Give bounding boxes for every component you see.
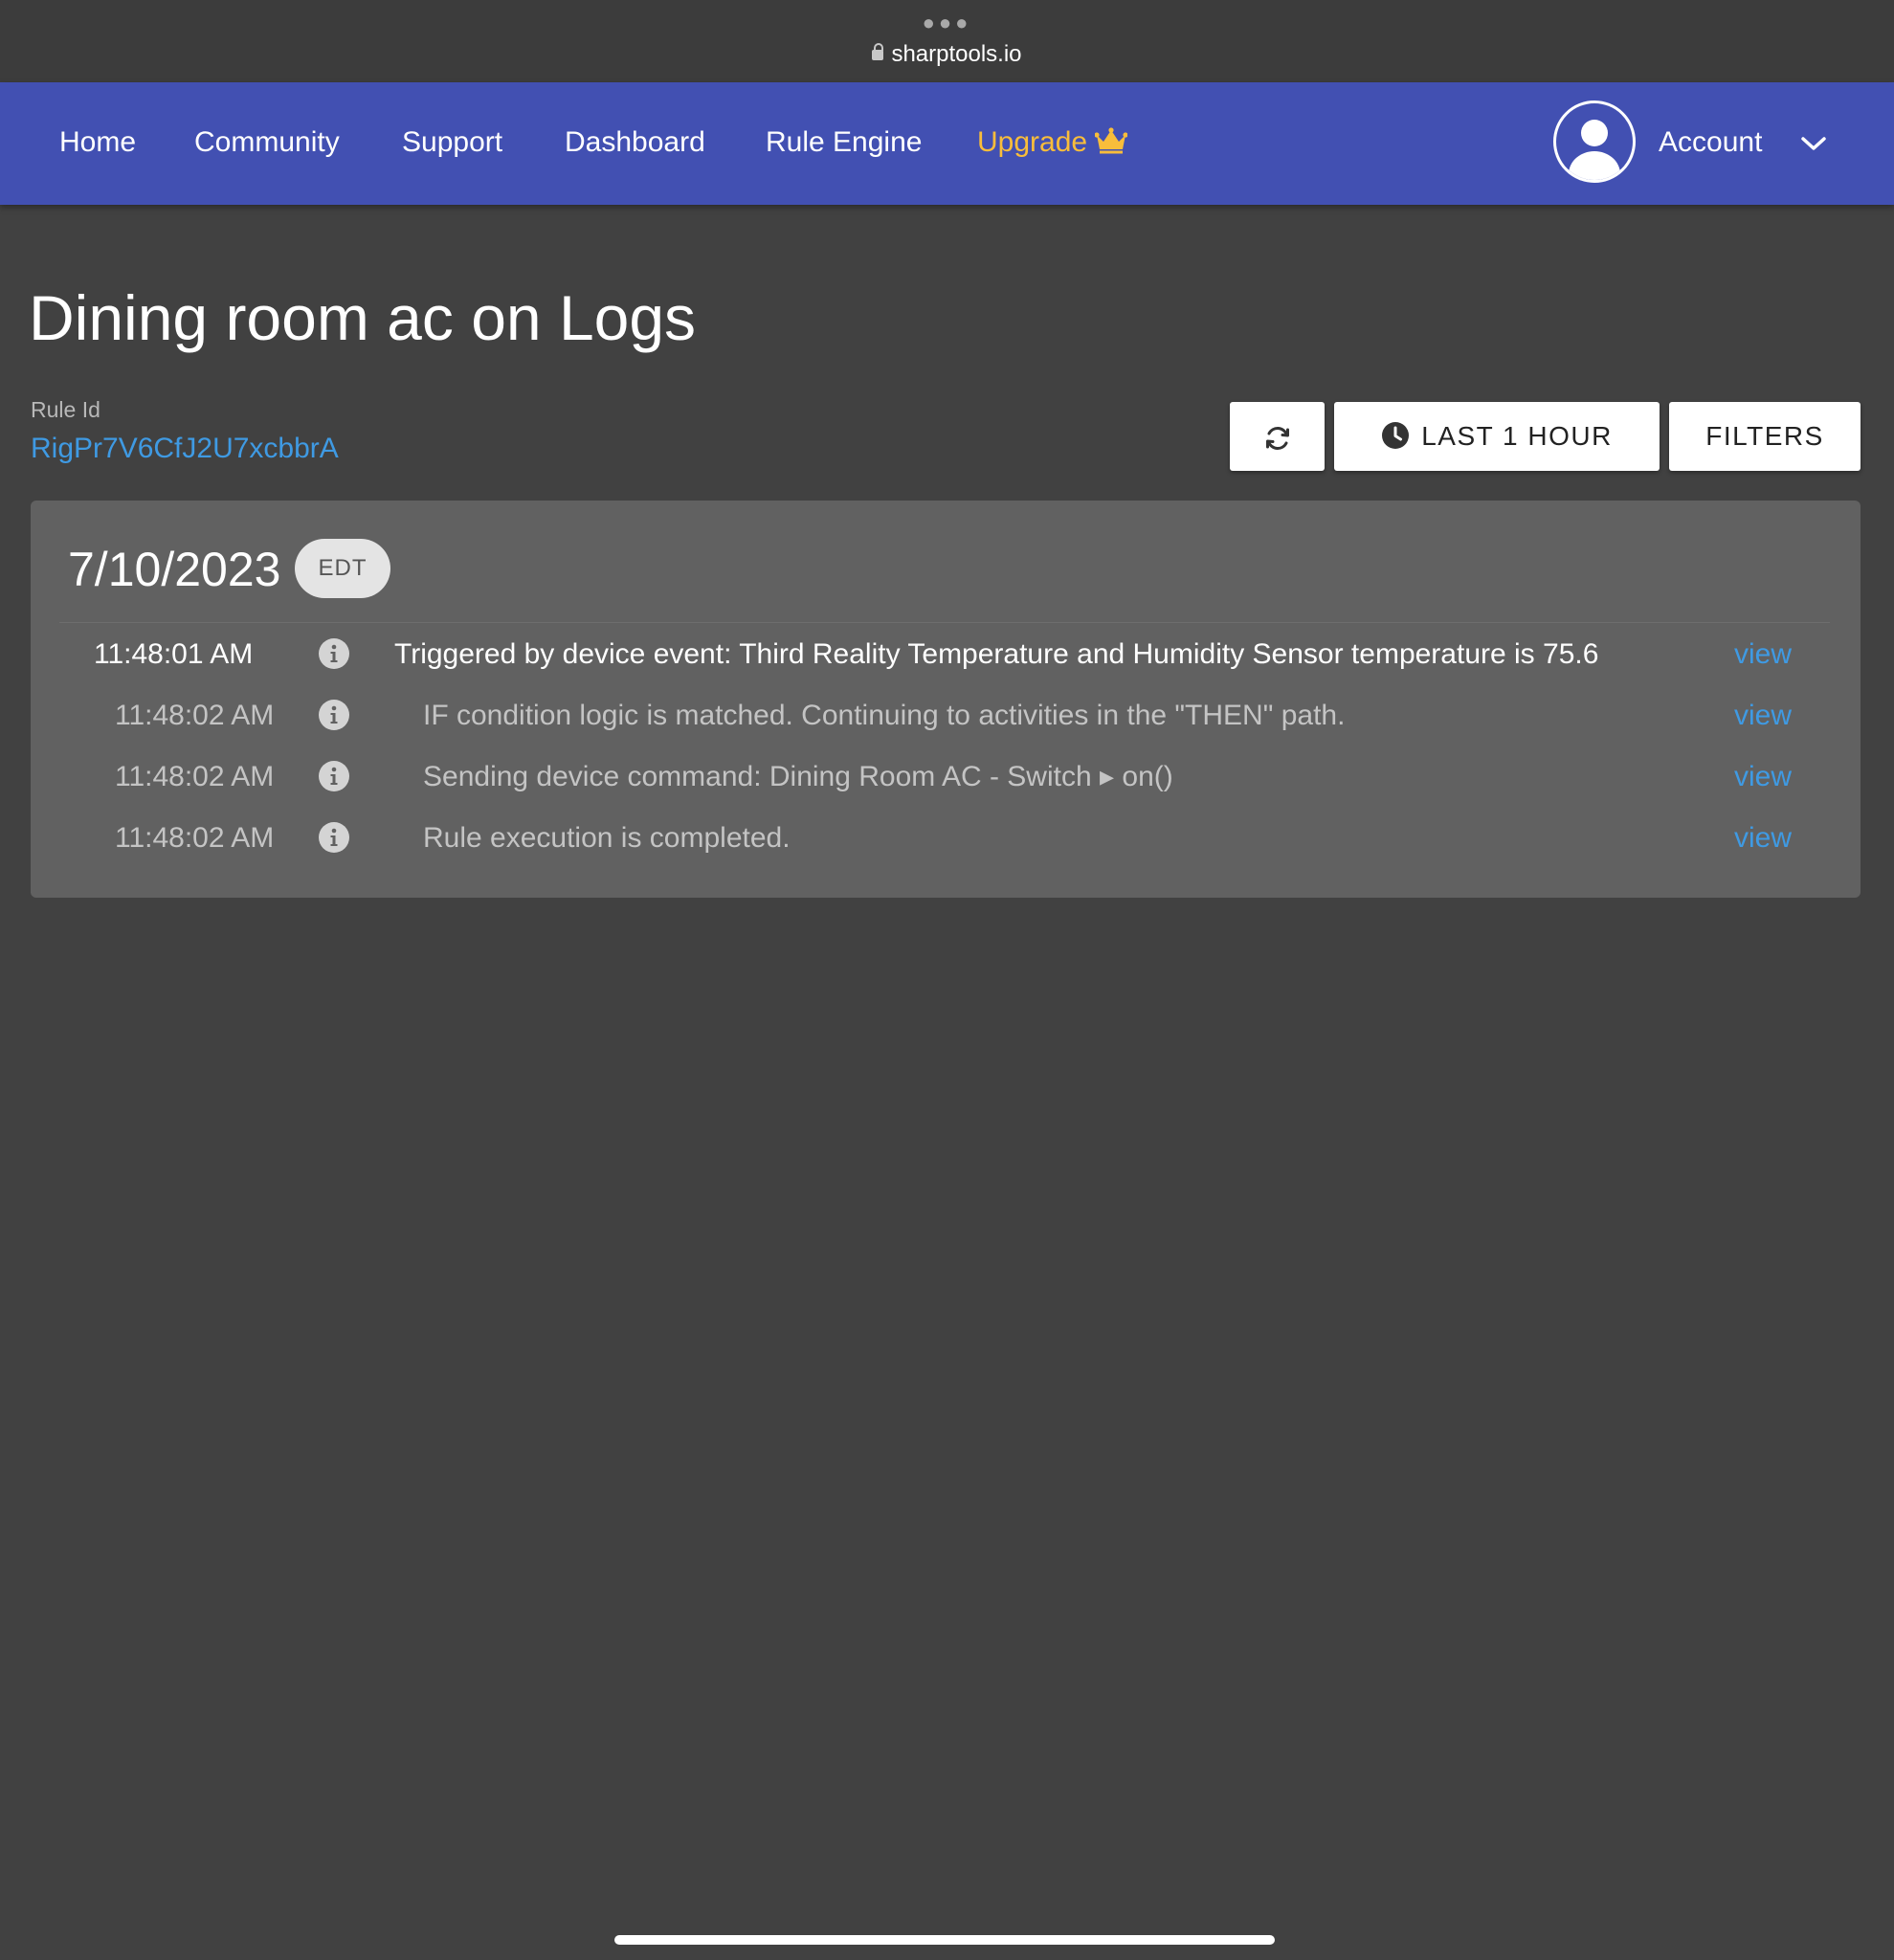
log-message: Triggered by device event: Third Reality… <box>394 638 1599 670</box>
log-message: IF condition logic is matched. Continuin… <box>423 700 1346 731</box>
log-entry: 11:48:02 AM Sending device command: Dini… <box>31 758 1861 819</box>
upgrade-label: Upgrade <box>977 126 1088 158</box>
nav-home-link[interactable]: Home <box>59 124 136 161</box>
nav-community-link[interactable]: Community <box>194 124 340 161</box>
page-title: Dining room ac on Logs <box>29 282 697 353</box>
refresh-icon <box>1265 426 1289 450</box>
log-time: 11:48:02 AM <box>115 761 275 792</box>
info-icon[interactable] <box>318 760 350 792</box>
info-icon[interactable] <box>318 821 350 854</box>
lock-icon <box>872 43 884 60</box>
more-dots-icon[interactable]: ●●● <box>0 12 1894 33</box>
refresh-button[interactable] <box>1230 402 1325 471</box>
url-text: sharptools.io <box>891 41 1022 67</box>
log-time: 11:48:02 AM <box>115 822 275 854</box>
info-icon[interactable] <box>318 699 350 731</box>
filters-button[interactable]: FILTERS <box>1669 402 1861 471</box>
chevron-down-icon[interactable] <box>1799 134 1828 153</box>
nav-rule-engine-link[interactable]: Rule Engine <box>766 124 922 161</box>
info-icon[interactable] <box>318 637 350 670</box>
rule-id-link[interactable]: RigPr7V6CfJ2U7xcbbrA <box>31 431 339 467</box>
page: ●●● sharptools.io Home Community Support… <box>0 0 1894 1960</box>
home-indicator[interactable] <box>614 1935 1275 1945</box>
rule-id-label: Rule Id <box>31 397 100 422</box>
log-card: 7/10/2023 EDT 11:48:01 AM Triggered by d… <box>31 501 1861 898</box>
log-date: 7/10/2023 <box>68 543 281 596</box>
log-entry: 11:48:02 AM Rule execution is completed.… <box>31 819 1861 880</box>
log-entry: 11:48:02 AM IF condition logic is matche… <box>31 697 1861 758</box>
nav-dashboard-link[interactable]: Dashboard <box>565 124 705 161</box>
nav-upgrade-link[interactable]: Upgrade <box>977 124 1128 161</box>
log-time: 11:48:01 AM <box>94 638 254 670</box>
log-message: Sending device command: Dining Room AC -… <box>423 761 1173 792</box>
address-field[interactable]: sharptools.io <box>0 40 1894 69</box>
clock-icon <box>1382 422 1410 449</box>
top-navbar: Home Community Support Dashboard Rule En… <box>0 82 1894 205</box>
time-range-button[interactable]: LAST 1 HOUR <box>1334 402 1660 471</box>
crown-icon <box>1095 127 1128 154</box>
view-link[interactable]: view <box>1734 635 1792 674</box>
view-link[interactable]: view <box>1734 697 1792 735</box>
browser-url-bar: ●●● sharptools.io <box>0 0 1894 82</box>
account-avatar-icon[interactable] <box>1553 100 1636 183</box>
account-menu-label[interactable]: Account <box>1659 124 1762 161</box>
divider <box>59 622 1830 623</box>
log-message: Rule execution is completed. <box>423 822 791 854</box>
nav-support-link[interactable]: Support <box>402 124 502 161</box>
view-link[interactable]: view <box>1734 819 1792 858</box>
view-link[interactable]: view <box>1734 758 1792 796</box>
time-range-label: LAST 1 HOUR <box>1421 421 1613 451</box>
log-time: 11:48:02 AM <box>115 700 275 731</box>
timezone-badge: EDT <box>295 539 390 598</box>
log-entry: 11:48:01 AM Triggered by device event: T… <box>31 635 1861 697</box>
